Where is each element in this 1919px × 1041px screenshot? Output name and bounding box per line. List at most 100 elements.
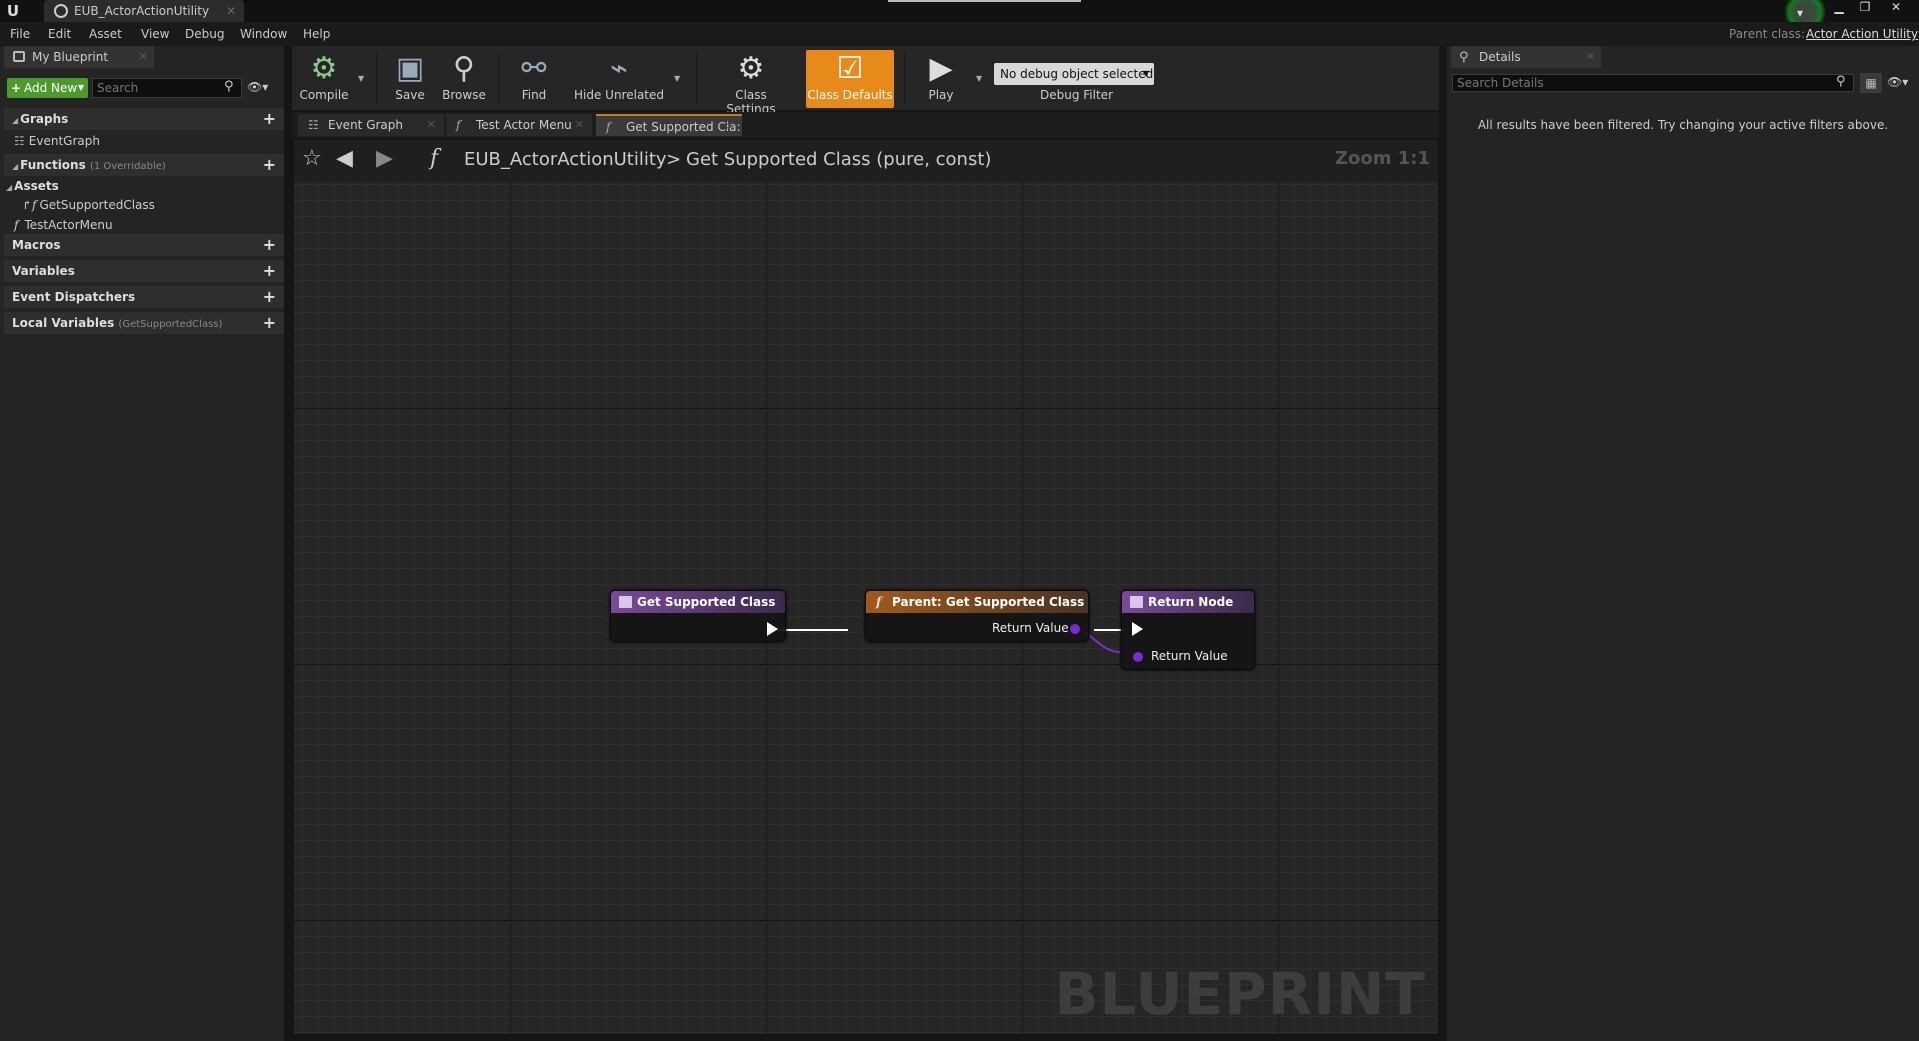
menu-view[interactable]: View [141,27,169,41]
category-functions-label: Functions [20,158,86,172]
add-graph-icon[interactable]: + [263,108,276,130]
category-event-dispatchers[interactable]: Event Dispatchers + [4,286,284,308]
tab-get-supported-class[interactable]: f Get Supported Cla: ✕ [596,114,742,136]
bookmark-star-icon[interactable]: ☆ [302,146,322,171]
function-icon: f [430,146,439,171]
document-tab[interactable]: EUB_ActorActionUtility ✕ [44,0,244,22]
menu-debug[interactable]: Debug [185,27,224,41]
expand-triangle-icon: ◢ [12,116,19,125]
add-macro-icon[interactable]: + [263,234,276,256]
menu-bar: File Edit Asset View Debug Window Help P… [0,22,1919,46]
find-button[interactable]: ⚯ Find [510,50,558,108]
breadcrumb-blueprint[interactable]: EUB_ActorActionUtility [464,149,667,170]
class-defaults-button[interactable]: ☑ Class Defaults [806,50,894,108]
add-event-dispatcher-icon[interactable]: + [263,286,276,308]
details-tab[interactable]: ⚲ Details ✕ [1451,46,1601,68]
back-arrow-icon[interactable]: ◀ [336,146,353,171]
node-entry-header: Get Supported Class [611,591,785,613]
exec-out-pin[interactable] [767,622,778,636]
close-tab-icon[interactable]: ✕ [575,114,584,136]
node-function-entry[interactable]: Get Supported Class [610,590,786,642]
blueprint-book-icon [13,51,25,62]
node-return[interactable]: Return Node Return Value [1121,590,1255,670]
event-graph-icon: ☷ [308,118,319,132]
category-variables[interactable]: Variables + [4,260,284,282]
property-matrix-icon[interactable]: ▦ [1860,73,1882,93]
forward-arrow-icon[interactable]: ▶ [376,146,393,171]
hide-unrelated-button[interactable]: ⌁ Hide Unrelated [574,50,664,108]
tab-event-graph[interactable]: ☷ Event Graph ✕ [298,114,444,136]
add-new-button[interactable]: + Add New ▼ [7,78,88,98]
function-item-label: TestActorMenu [24,218,113,232]
my-blueprint-search-input[interactable] [92,78,242,98]
graph-header: ☆ ◀ ▶ f EUB_ActorActionUtility > Get Sup… [294,140,1438,182]
my-blueprint-tab[interactable]: My Blueprint ✕ [4,46,154,68]
tab-label: Event Graph [328,118,403,132]
category-local-variables-label: Local Variables [12,316,115,330]
debug-filter-label: Debug Filter [1040,88,1113,102]
function-item-getsupportedclass[interactable]: ↱f GetSupportedClass [22,198,155,212]
tab-label: Get Supported Cla: [626,120,741,134]
subcategory-assets[interactable]: ◢ Assets [6,179,59,193]
play-triangle-icon: ▶ [929,51,953,86]
close-tab-icon[interactable]: ✕ [427,114,436,136]
details-search-input[interactable] [1452,74,1854,92]
close-tab-icon[interactable]: ✕ [725,116,734,138]
close-window-icon[interactable]: ✕ [1885,0,1907,16]
close-tab-icon[interactable]: ✕ [226,0,236,22]
save-button[interactable]: ▣ Save [388,50,432,108]
debug-object-value: No debug object selected [1000,67,1154,81]
add-local-variable-icon[interactable]: + [263,312,276,334]
debug-object-dropdown[interactable]: No debug object selected ▼ [994,63,1154,85]
plus-icon: + [11,81,22,95]
view-options-eye-icon[interactable]: 👁▾ [247,80,268,94]
play-button[interactable]: ▶ Play [914,50,968,108]
hide-unrelated-options-arrow-icon[interactable]: ▼ [674,74,680,83]
browse-label: Browse [442,88,486,102]
class-defaults-label: Class Defaults [807,88,893,102]
function-item-testactormenu[interactable]: f TestActorMenu [14,218,113,232]
parent-class-link[interactable]: Actor Action Utility [1806,27,1918,41]
browse-button[interactable]: ⚲ Browse [438,50,490,108]
graph-tab-bar: ☷ Event Graph ✕ f Test Actor Menu ✕ f Ge… [292,112,1439,138]
minimize-icon[interactable]: ▁ [1828,0,1850,16]
add-function-icon[interactable]: + [263,154,276,176]
graph-canvas[interactable]: Get Supported Class f Parent: Get Suppor… [294,182,1438,1034]
close-panel-icon[interactable]: ✕ [139,46,148,68]
close-panel-icon[interactable]: ✕ [1586,46,1595,68]
compile-gear-icon: ⚙ [310,51,338,86]
menu-window[interactable]: Window [240,27,287,41]
category-macros[interactable]: Macros + [4,234,284,256]
compile-options-arrow-icon[interactable]: ▼ [358,74,364,83]
tab-test-actor-menu[interactable]: f Test Actor Menu ✕ [446,114,592,136]
play-options-arrow-icon[interactable]: ▼ [976,74,982,83]
graph-item-eventgraph[interactable]: ☷ EventGraph [14,134,100,148]
breadcrumb-separator: > [666,149,682,170]
menu-asset[interactable]: Asset [89,27,122,41]
menu-help[interactable]: Help [303,27,330,41]
class-settings-button[interactable]: ⚙ Class Settings [710,50,792,116]
function-icon: f [876,595,882,609]
menu-edit[interactable]: Edit [48,27,71,41]
view-options-eye-icon[interactable]: 👁▾ [1887,75,1908,89]
node-parent-call[interactable]: f Parent: Get Supported Class Return Val… [865,590,1089,642]
search-icon: ⚲ [1836,74,1846,89]
category-graphs[interactable]: ◢ Graphs + [4,108,284,130]
menu-file[interactable]: File [10,27,30,41]
title-bar: U EUB_ActorActionUtility ✕ ▾ ▁ ❐ ✕ [0,0,1919,30]
title-accent-line [888,0,1081,2]
parent-return-value-label: Return Value [992,621,1069,635]
zoom-level: Zoom 1:1 [1334,148,1430,169]
restore-icon[interactable]: ❐ [1854,0,1876,16]
dropdown-arrow-icon: ▼ [1142,69,1149,78]
add-variable-icon[interactable]: + [263,260,276,282]
node-entry-title: Get Supported Class [637,595,776,609]
toolbar-separator [696,52,697,104]
category-functions[interactable]: ◢ Functions (1 Overridable) + [4,154,284,176]
functions-overridable-count: (1 Overridable) [89,161,166,172]
return-value-input-pin[interactable] [1133,652,1143,662]
parent-return-value-pin[interactable] [1070,624,1080,634]
exec-in-pin[interactable] [1132,622,1143,636]
compile-button[interactable]: ⚙ Compile [296,50,352,108]
category-local-variables[interactable]: Local Variables (GetSupportedClass) + [4,312,284,334]
